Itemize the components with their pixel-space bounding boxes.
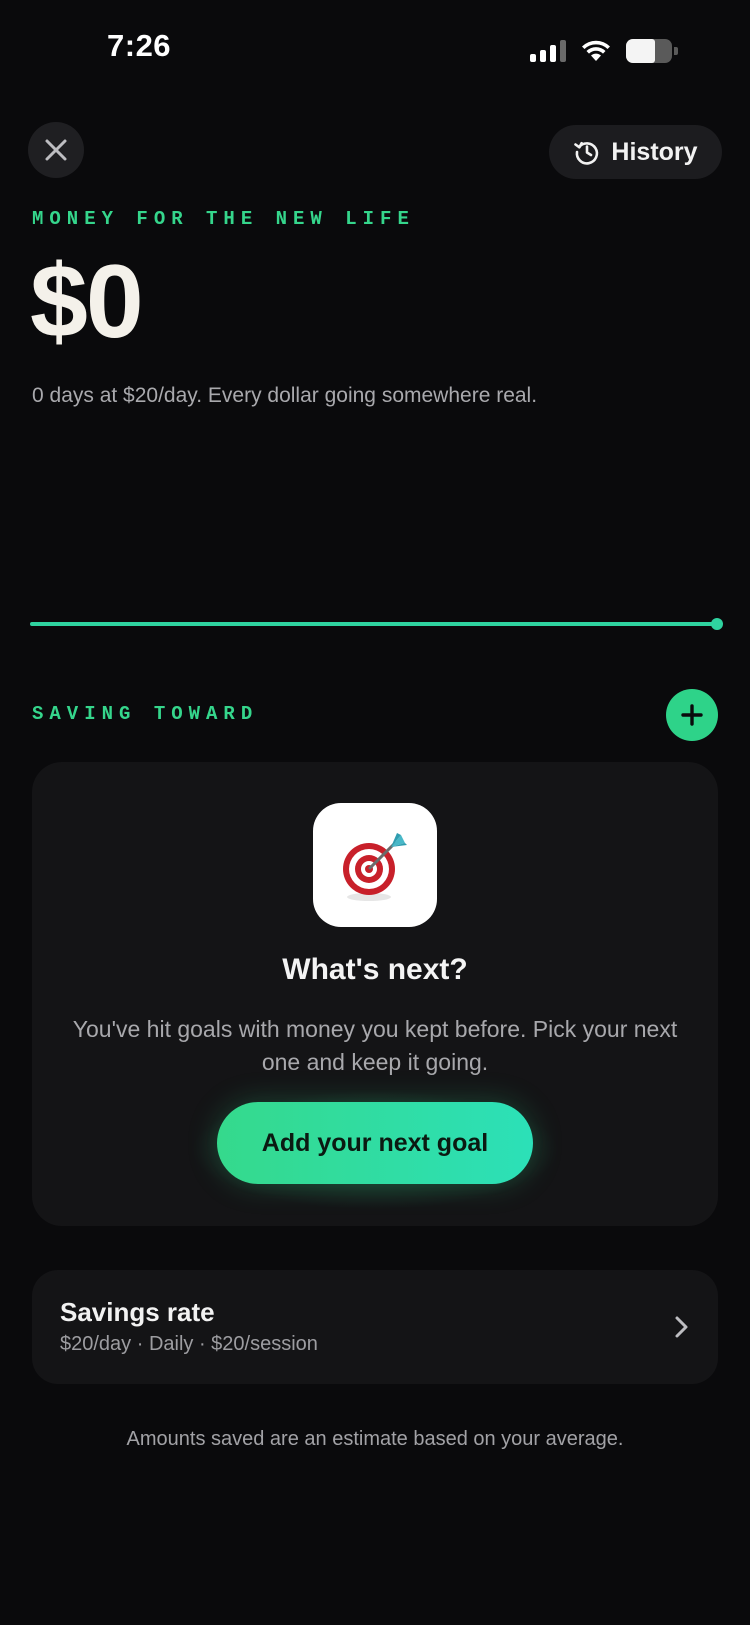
savings-rate-title: Savings rate xyxy=(60,1297,215,1327)
estimate-footnote: Amounts saved are an estimate based on y… xyxy=(126,1428,624,1450)
saved-amount: $0 xyxy=(30,244,144,360)
history-clock-icon xyxy=(574,141,599,165)
battery-icon xyxy=(626,39,678,63)
saved-subline: 0 days at $20/day. Every dollar going so… xyxy=(32,384,538,407)
add-next-goal-button[interactable]: Add your next goal xyxy=(217,1102,533,1184)
status-icons xyxy=(530,36,678,66)
chevron-right-icon xyxy=(675,1316,688,1338)
history-label: History xyxy=(611,137,698,166)
section-eyebrow-saving-toward: SAVING TOWARD xyxy=(32,703,259,725)
savings-rate-subtitle: $20/day · Daily · $20/session xyxy=(60,1333,318,1355)
goal-description: You've hit goals with money you kept bef… xyxy=(72,1016,678,1075)
bullseye-dart-icon xyxy=(343,833,407,901)
goal-icon-tile xyxy=(313,803,437,927)
history-button[interactable]: History xyxy=(549,125,722,179)
progress-endpoint xyxy=(711,618,723,630)
add-next-goal-label: Add your next goal xyxy=(261,1128,489,1157)
add-goal-button[interactable] xyxy=(666,689,718,741)
close-button[interactable] xyxy=(28,122,84,178)
progress-line xyxy=(30,622,718,626)
goal-title: What's next? xyxy=(282,953,468,986)
wifi-icon xyxy=(582,40,610,61)
cellular-signal-icon xyxy=(530,40,566,62)
section-eyebrow-money: MONEY FOR THE NEW LIFE xyxy=(32,208,415,230)
plus-icon xyxy=(681,704,703,726)
status-time: 7:26 xyxy=(107,28,172,63)
close-icon xyxy=(45,139,67,161)
